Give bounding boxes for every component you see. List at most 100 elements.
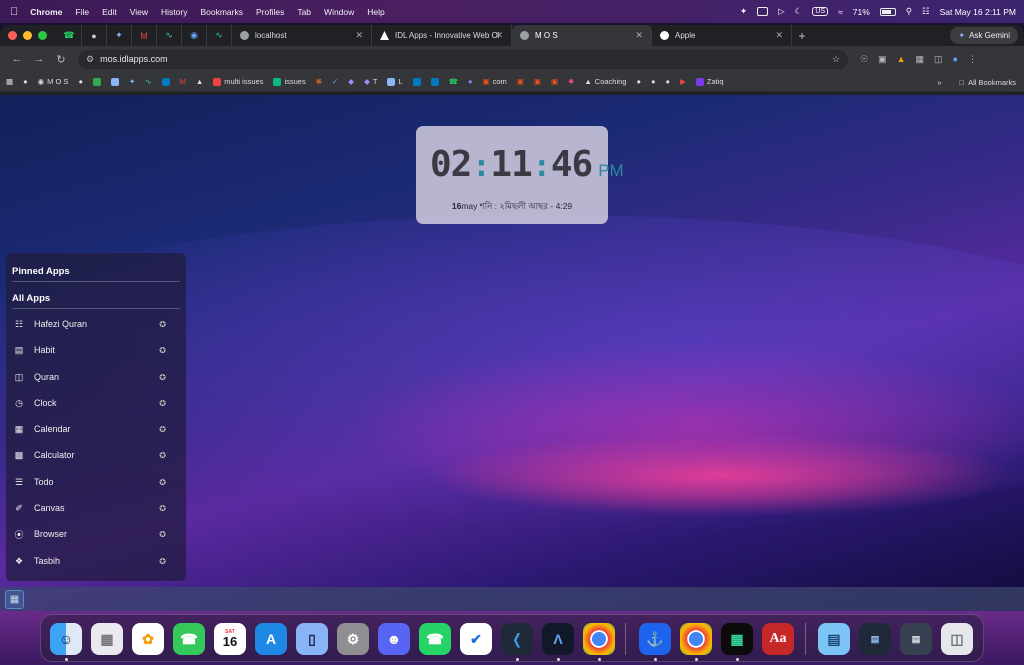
app-item-calculator[interactable]: ▩ Calculator ✪ <box>12 443 180 467</box>
pin-icon[interactable]: ✪ <box>159 346 166 355</box>
pin-icon[interactable]: ✪ <box>159 478 166 487</box>
pinned-tab-gmail[interactable]: M <box>132 25 157 46</box>
bookmark-figma[interactable]: ▣ <box>517 77 524 86</box>
bookmark-messenger[interactable]: ● <box>468 77 473 86</box>
address-bar[interactable]: ⚙ mos.idlapps.com ☆ <box>78 49 848 69</box>
bird-icon[interactable]: ✦ <box>740 6 747 17</box>
pin-icon[interactable]: ✪ <box>159 320 166 329</box>
bookmark-sparkle[interactable]: ✸ <box>568 77 574 86</box>
bookmark-github[interactable]: ● <box>23 77 28 86</box>
menu-window[interactable]: Window <box>324 7 354 17</box>
bookmark-app[interactable] <box>110 77 119 86</box>
camera-extension-icon[interactable]: ▣ <box>878 54 887 65</box>
app-item-calendar[interactable]: ▦ Calendar ✪ <box>12 417 180 441</box>
menu-profiles[interactable]: Profiles <box>256 7 284 17</box>
bookmark-check[interactable]: ✓ <box>332 77 338 86</box>
pinned-tab-github[interactable]: ● <box>82 25 107 46</box>
pinned-tab-whatsapp[interactable]: ☎ <box>57 25 82 46</box>
window-icon[interactable] <box>757 7 769 16</box>
menu-tab[interactable]: Tab <box>297 7 311 17</box>
site-info-icon[interactable]: ⚙ <box>86 54 94 65</box>
bookmark-star-icon[interactable]: ☆ <box>832 54 840 65</box>
minimized-window-icon[interactable]: ▤ <box>900 623 932 655</box>
menu-view[interactable]: View <box>130 7 148 17</box>
bookmark-gmail[interactable]: M <box>180 77 186 86</box>
new-tab-button[interactable]: + <box>792 29 812 43</box>
calendar-app-icon[interactable]: SAT 16 <box>214 623 246 655</box>
pin-icon[interactable]: ✪ <box>159 451 166 460</box>
menu-bar-clock[interactable]: Sat May 16 2:11 PM <box>940 7 1016 17</box>
pinned-tab-activity-2[interactable]: ∿ <box>207 25 232 46</box>
pinned-tab-gemini[interactable]: ✦ <box>107 25 132 46</box>
tab-mos[interactable]: M O S ✕ <box>512 25 652 46</box>
downloads-folder-icon[interactable]: ▤ <box>818 623 850 655</box>
dictionary-icon[interactable]: Aa <box>762 623 794 655</box>
system-settings-icon[interactable]: ⚙ <box>337 623 369 655</box>
app-item-quran[interactable]: ◫ Quran ✪ <box>12 365 180 389</box>
photos-icon[interactable]: ✿ <box>132 623 164 655</box>
close-tab-icon[interactable]: ✕ <box>495 30 503 41</box>
more-menu-icon[interactable]: ⋮ <box>968 54 977 65</box>
pin-icon[interactable]: ✪ <box>159 557 166 566</box>
simulator-icon[interactable]: ▯ <box>296 623 328 655</box>
bookmark-f[interactable]: ● <box>666 77 671 86</box>
bookmark-github-2[interactable]: ● <box>78 77 83 86</box>
extensions-puzzle-icon[interactable]: ▦ <box>916 54 925 65</box>
docker-icon[interactable]: ⚓ <box>639 623 671 655</box>
moon-icon[interactable]: ☾ <box>795 6 803 17</box>
profile-avatar-icon[interactable]: ● <box>953 54 958 65</box>
pinned-tab-app[interactable]: ◉ <box>182 25 207 46</box>
minimize-window-button[interactable] <box>23 31 32 40</box>
bookmark-trello[interactable] <box>161 77 170 86</box>
overflow-chevron-icon[interactable]: » <box>937 78 941 87</box>
bookmark-figma-3[interactable]: ▣ <box>551 77 558 86</box>
bookmark-youtube[interactable]: ▶ <box>680 77 686 86</box>
forward-button[interactable]: → <box>28 53 50 65</box>
menu-app-name[interactable]: Chrome <box>30 7 62 17</box>
battery-icon[interactable] <box>879 7 896 16</box>
side-panel-icon[interactable]: ◫ <box>934 54 943 65</box>
app-item-habit[interactable]: ▤ Habit ✪ <box>12 338 180 362</box>
vscode-icon[interactable]: ❬ <box>501 623 533 655</box>
pin-icon[interactable]: ✪ <box>159 504 166 513</box>
play-icon[interactable]: ▷ <box>778 6 785 17</box>
bookmark-zatiq[interactable]: Zatiq <box>695 77 724 86</box>
bookmark-t[interactable]: ◆ T <box>364 77 377 86</box>
input-source-indicator[interactable]: US <box>812 7 829 16</box>
close-tab-icon[interactable]: ✕ <box>355 30 363 41</box>
bookmark-multi-issues[interactable]: multi issues <box>213 77 263 86</box>
back-button[interactable]: ← <box>6 53 28 65</box>
bookmark-facebook-2[interactable]: ● <box>651 77 656 86</box>
trash-icon[interactable]: ◫ <box>941 623 973 655</box>
menu-history[interactable]: History <box>161 7 187 17</box>
bookmark-whatsapp[interactable]: ☎ <box>449 77 458 86</box>
app-item-canvas[interactable]: ✐ Canvas ✪ <box>12 496 180 520</box>
close-tab-icon[interactable]: ✕ <box>775 30 783 41</box>
bookmark-sheets[interactable] <box>92 77 101 86</box>
fox-extension-icon[interactable]: ▲ <box>897 54 906 65</box>
bookmark-vercel[interactable]: ▲ <box>196 77 203 86</box>
apple-menu-icon[interactable]:  <box>10 6 18 18</box>
start-menu-button[interactable]: ▦ <box>5 590 24 609</box>
apps-grid-icon[interactable]: ▦ <box>6 77 13 86</box>
discord-icon[interactable]: ☻ <box>378 623 410 655</box>
app-item-browser[interactable]: ⦿ Browser ✪ <box>12 522 180 546</box>
bookmark-trello-3[interactable] <box>430 77 439 86</box>
all-bookmarks-button[interactable]: » □ All Bookmarks <box>931 72 1016 91</box>
bookmark-activity[interactable]: ∿ <box>145 77 151 86</box>
terminal-app-icon[interactable]: ▦ <box>721 623 753 655</box>
tab-idl-apps[interactable]: IDL Apps - Innovative Web Ol ✕ <box>372 25 512 46</box>
menu-file[interactable]: File <box>75 7 89 17</box>
search-icon[interactable]: ⚲ <box>906 6 912 17</box>
app-item-tasbih[interactable]: ❖ Tasbih ✪ <box>12 549 180 573</box>
bookmark-coaching[interactable]: ▲ Coaching <box>584 77 626 86</box>
bookmark-mos[interactable]: ◉ M O S <box>38 77 69 86</box>
pin-icon[interactable]: ✪ <box>159 373 166 382</box>
pin-icon[interactable]: ✪ <box>159 425 166 434</box>
tab-localhost[interactable]: localhost ✕ <box>232 25 372 46</box>
phone-icon[interactable]: ☎ <box>173 623 205 655</box>
close-window-button[interactable] <box>8 31 17 40</box>
app-item-clock[interactable]: ◷ Clock ✪ <box>12 391 180 415</box>
bookmark-l[interactable]: L <box>387 77 403 86</box>
app-store-icon[interactable]: A <box>255 623 287 655</box>
